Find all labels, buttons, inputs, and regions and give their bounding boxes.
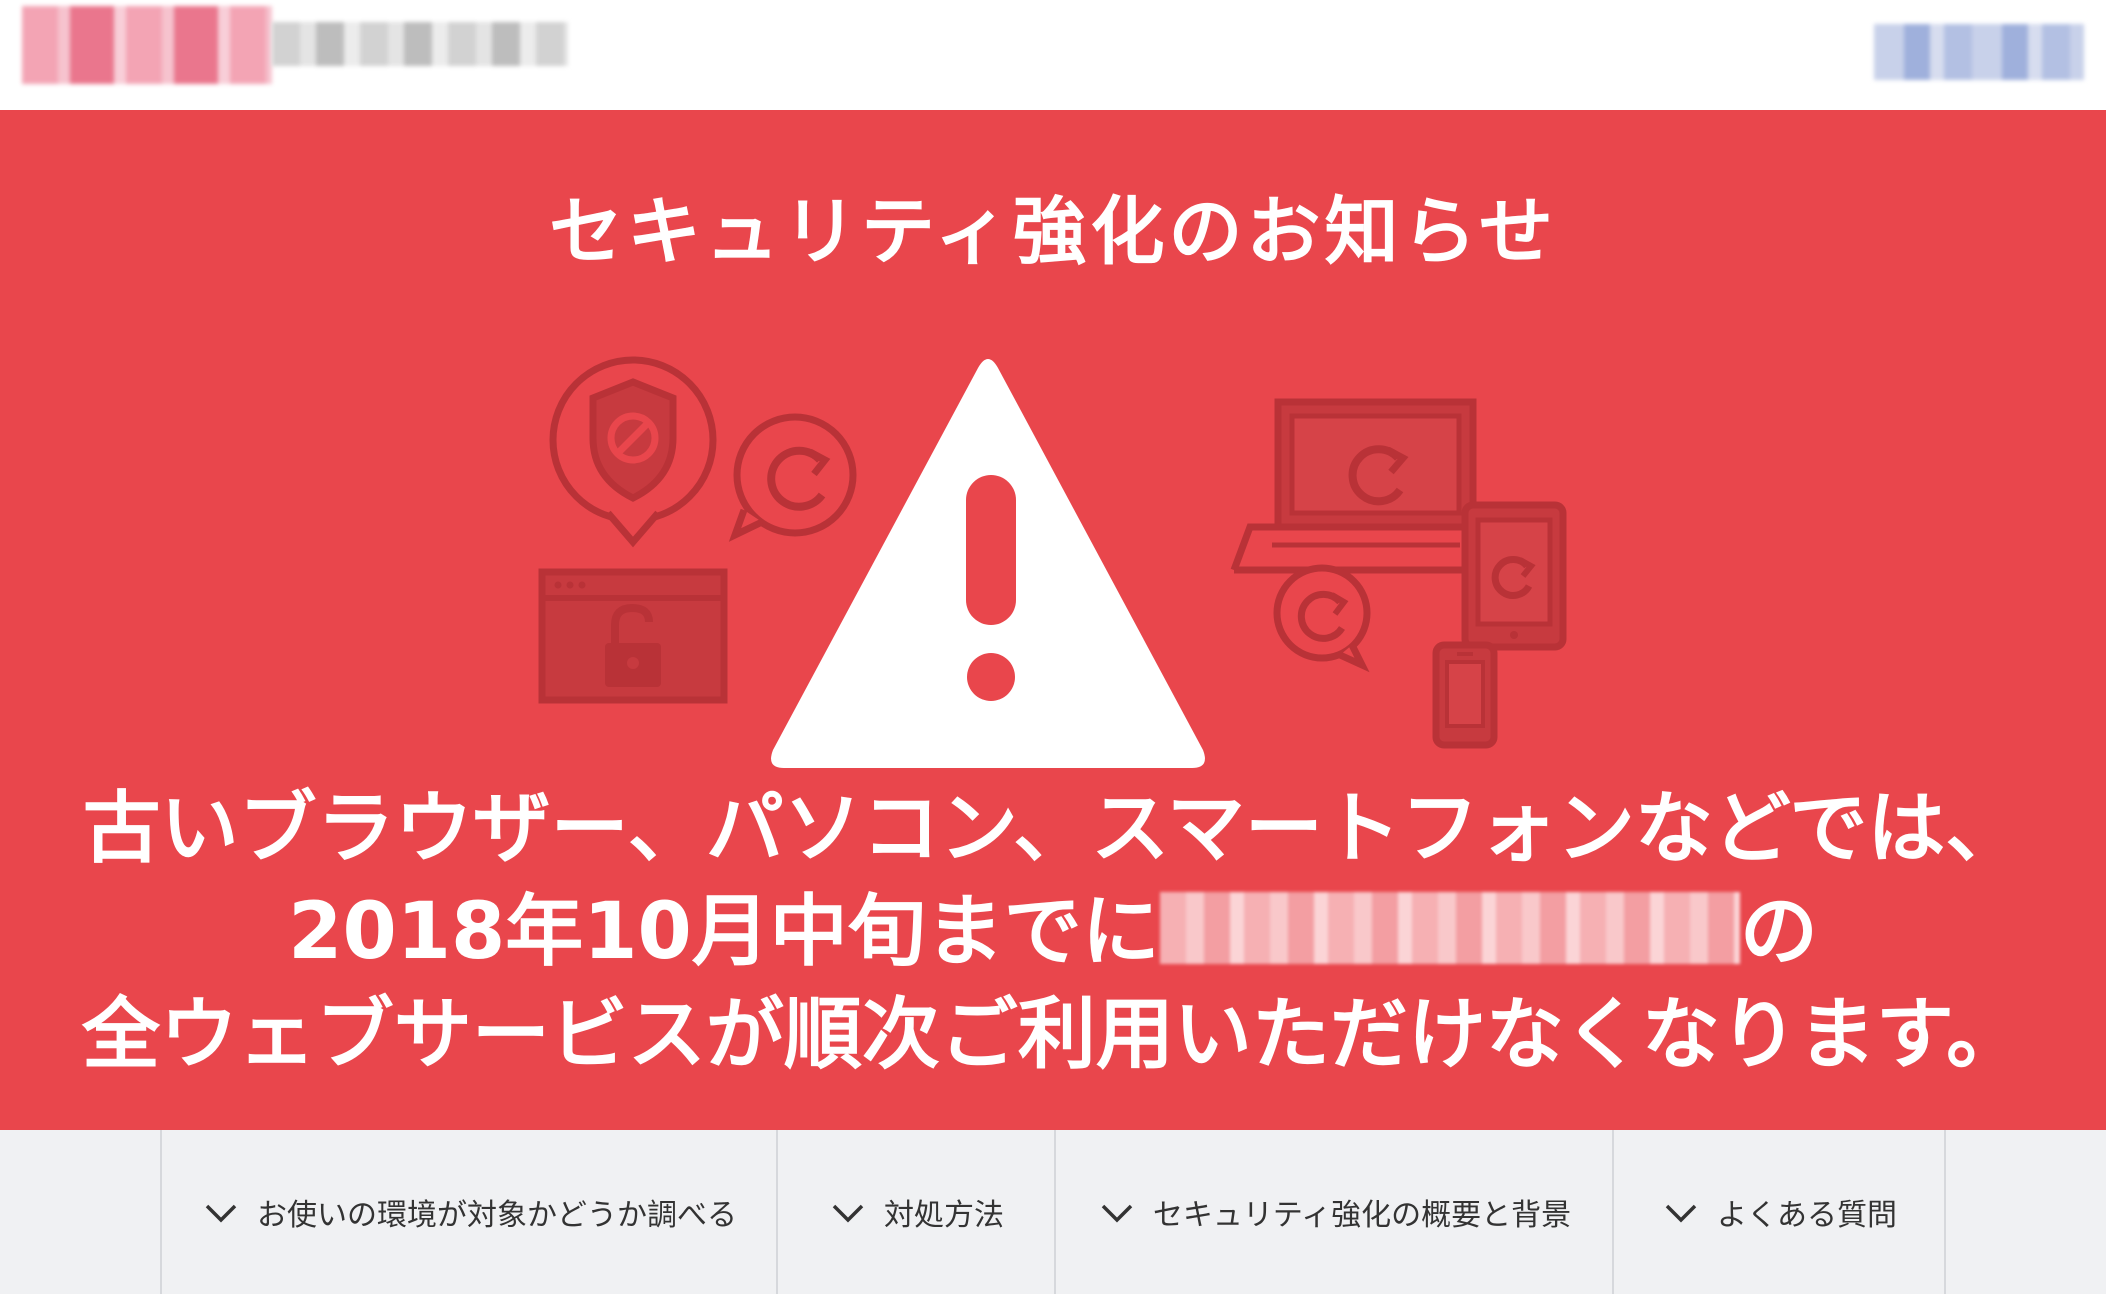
browser-unlocked-icon (538, 568, 728, 704)
nav-solutions-label: 対処方法 (884, 1198, 1004, 1233)
chevron-down-icon (832, 1204, 864, 1223)
nav-faq-label: よくある質問 (1717, 1198, 1897, 1233)
chevron-down-icon (1665, 1204, 1697, 1223)
security-illustration (538, 356, 1567, 768)
site-logo-redacted[interactable] (22, 6, 272, 84)
site-name-redacted (272, 22, 568, 66)
nav-check-environment[interactable]: お使いの環境が対象かどうか調べる (160, 1130, 776, 1294)
notice-line-2: 2018年10月中旬までに の (0, 881, 2106, 984)
notice-navigation: お使いの環境が対象かどうか調べる 対処方法 セキュリティ強化の概要と背景 よくあ… (0, 1130, 2106, 1294)
notice-line-2-suffix: の (1739, 887, 1818, 977)
notice-message: 古いブラウザー、パソコン、スマートフォンなどでは、 2018年10月中旬までに の… (0, 778, 2106, 1087)
tablet-refresh-icon (1461, 501, 1567, 651)
laptop-refresh-icon (1230, 398, 1490, 574)
security-notice-banner: セキュリティ強化のお知らせ 古いブラウザー、パソコン、スマートフォンなどでは、 … (0, 110, 2106, 1130)
notice-line-1: 古いブラウザー、パソコン、スマートフォンなどでは、 (82, 784, 2024, 874)
nav-overview-background[interactable]: セキュリティ強化の概要と背景 (1054, 1130, 1612, 1294)
chevron-down-icon (205, 1204, 237, 1223)
nav-faq[interactable]: よくある質問 (1612, 1130, 1946, 1294)
refresh-bubble-icon (728, 413, 857, 542)
nav-check-environment-label: お使いの環境が対象かどうか調べる (257, 1198, 737, 1233)
page-title: セキュリティ強化のお知らせ (548, 189, 1558, 275)
nav-solutions[interactable]: 対処方法 (776, 1130, 1054, 1294)
chevron-down-icon (1101, 1204, 1133, 1223)
warning-triangle-icon (771, 359, 1205, 768)
shield-blocked-icon (549, 356, 717, 548)
notice-line-2-text: 2018年10月中旬までに (288, 887, 1160, 977)
smartphone-icon (1432, 641, 1498, 749)
service-name-redacted (1159, 892, 1740, 964)
nav-overview-background-label: セキュリティ強化の概要と背景 (1152, 1198, 1572, 1233)
site-header (0, 0, 2106, 110)
refresh-bubble-small-icon (1273, 564, 1371, 673)
notice-line-3: 全ウェブサービスが順次ご利用いただけなくなります。 (81, 990, 2025, 1080)
account-link-redacted[interactable] (1874, 24, 2084, 80)
